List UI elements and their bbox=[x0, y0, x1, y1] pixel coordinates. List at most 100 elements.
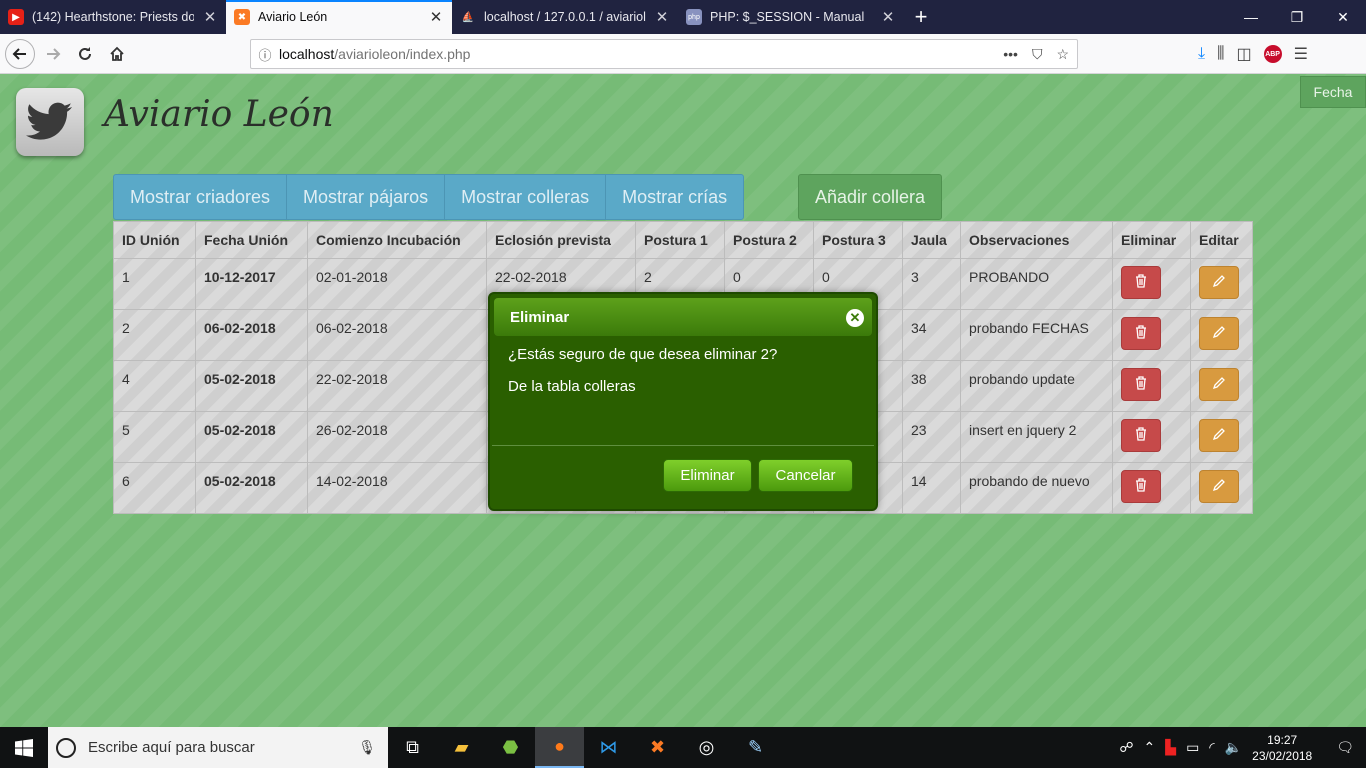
chevron-up-icon[interactable]: ⌃ bbox=[1144, 739, 1156, 756]
edit-button[interactable] bbox=[1199, 419, 1239, 452]
minimize-icon[interactable]: — bbox=[1228, 0, 1274, 34]
dialog-confirm-button[interactable]: Eliminar bbox=[663, 459, 752, 492]
close-icon[interactable]: ✕ bbox=[880, 8, 896, 26]
edit-button[interactable] bbox=[1199, 368, 1239, 401]
url-bar[interactable]: ⓘ localhost/aviarioleon/index.php ••• ⛉ … bbox=[250, 39, 1078, 69]
cell-comienzo: 14-02-2018 bbox=[307, 462, 487, 514]
cell-observaciones: probando update bbox=[960, 360, 1113, 412]
notifications-icon[interactable]: 🗨 bbox=[1336, 739, 1354, 756]
delete-button[interactable] bbox=[1121, 419, 1161, 452]
task-view-icon[interactable]: ⧉ bbox=[388, 727, 437, 768]
clock[interactable]: 19:27 23/02/2018 bbox=[1252, 732, 1312, 764]
menu-icon[interactable]: ☰ bbox=[1294, 44, 1308, 64]
delete-button[interactable] bbox=[1121, 470, 1161, 503]
forward-button[interactable] bbox=[37, 38, 69, 70]
cell-editar bbox=[1190, 258, 1253, 310]
cell-observaciones: probando FECHAS bbox=[960, 309, 1113, 361]
cell-eliminar bbox=[1112, 360, 1191, 412]
menu-mostrar-colleras[interactable]: Mostrar colleras bbox=[445, 175, 607, 219]
back-button[interactable] bbox=[5, 38, 35, 69]
edit-button[interactable] bbox=[1199, 317, 1239, 350]
reload-button[interactable] bbox=[69, 38, 101, 70]
new-tab-button[interactable]: + bbox=[904, 0, 938, 34]
cell-comienzo: 22-02-2018 bbox=[307, 360, 487, 412]
dialog-cancel-button[interactable]: Cancelar bbox=[758, 459, 853, 492]
system-tray: ☍ ⌃ ▙ ▭ ◜ 🔈 19:27 23/02/2018 🗨 bbox=[1119, 732, 1366, 764]
fecha-button[interactable]: Fecha bbox=[1300, 76, 1366, 108]
info-icon[interactable]: ⓘ bbox=[251, 45, 279, 64]
firefox-icon[interactable]: ● bbox=[535, 727, 584, 768]
dialog-close-icon[interactable]: ✕ bbox=[846, 309, 864, 327]
paint-icon[interactable]: ✎ bbox=[731, 727, 780, 768]
cell-fecha-union: 10-12-2017 bbox=[195, 258, 308, 310]
add-collera-button[interactable]: Añadir collera bbox=[798, 174, 942, 220]
edit-button[interactable] bbox=[1199, 470, 1239, 503]
reload-icon bbox=[79, 46, 91, 60]
cell-jaula: 23 bbox=[902, 411, 961, 463]
close-icon[interactable]: ✕ bbox=[654, 8, 670, 26]
phpmyadmin-icon: ⛵ bbox=[461, 11, 475, 23]
close-icon[interactable]: ✕ bbox=[202, 8, 218, 26]
cell-observaciones: insert en jquery 2 bbox=[960, 411, 1113, 463]
volume-icon[interactable]: 🔈 bbox=[1225, 739, 1242, 756]
tab-aviario-leon[interactable]: ✖ Aviario León ✕ bbox=[226, 0, 452, 34]
android-studio-icon[interactable]: ⬣ bbox=[486, 727, 535, 768]
restore-icon[interactable]: ❐ bbox=[1274, 0, 1320, 34]
xampp-taskbar-icon[interactable]: ✖ bbox=[633, 727, 682, 768]
tab-phpmyadmin[interactable]: ⛵ localhost / 127.0.0.1 / aviarioleo ✕ bbox=[452, 0, 678, 34]
cell-fecha-union: 05-02-2018 bbox=[195, 462, 308, 514]
tab-hearthstone[interactable]: ▶ (142) Hearthstone: Priests don't ✕ bbox=[0, 0, 226, 34]
twitter-bird-logo[interactable] bbox=[16, 88, 84, 156]
cell-editar bbox=[1190, 309, 1253, 361]
battery-icon[interactable]: ▭ bbox=[1186, 739, 1199, 756]
pencil-icon bbox=[1212, 478, 1226, 495]
browser-nav-bar: ⓘ localhost/aviarioleon/index.php ••• ⛉ … bbox=[0, 34, 1366, 74]
cell-fecha-union: 06-02-2018 bbox=[195, 309, 308, 361]
microphone-icon[interactable]: 🎙 bbox=[358, 739, 376, 756]
delete-button[interactable] bbox=[1121, 368, 1161, 401]
tab-title: (142) Hearthstone: Priests don't bbox=[32, 10, 194, 24]
acrobat-icon[interactable]: ▙ bbox=[1165, 739, 1176, 756]
dialog-message: ¿Estás seguro de que desea eliminar 2? bbox=[508, 346, 778, 363]
download-icon[interactable]: ⤓ bbox=[1198, 45, 1205, 63]
windows-logo-icon bbox=[15, 738, 33, 757]
wifi-icon[interactable]: ◜ bbox=[1209, 739, 1214, 756]
delete-button[interactable] bbox=[1121, 266, 1161, 299]
cell-id: 4 bbox=[113, 360, 196, 412]
trash-icon bbox=[1135, 274, 1147, 291]
delete-button[interactable] bbox=[1121, 317, 1161, 350]
table-header-row: ID Unión Fecha Unión Comienzo Incubación… bbox=[113, 221, 1253, 259]
sidebar-icon[interactable]: ◫ bbox=[1236, 44, 1251, 64]
pocket-icon[interactable]: ⛉ bbox=[1032, 46, 1043, 63]
main-menu: Mostrar criadores Mostrar pájaros Mostra… bbox=[113, 174, 745, 220]
edit-button[interactable] bbox=[1199, 266, 1239, 299]
tab-title: Aviario León bbox=[258, 10, 328, 24]
cortana-icon bbox=[56, 737, 76, 758]
browser-tab-bar: ▶ (142) Hearthstone: Priests don't ✕ ✖ A… bbox=[0, 0, 1366, 34]
adblock-icon[interactable]: ABP bbox=[1263, 45, 1282, 63]
window-close-icon[interactable]: ✕ bbox=[1320, 0, 1366, 34]
col-eliminar: Eliminar bbox=[1112, 221, 1191, 259]
dialog-detail: De la tabla colleras bbox=[508, 378, 636, 395]
bookmark-star-icon[interactable]: ☆ bbox=[1056, 46, 1069, 63]
more-icon[interactable]: ••• bbox=[1003, 46, 1018, 63]
obs-icon[interactable]: ◎ bbox=[682, 727, 731, 768]
taskbar-search[interactable]: Escribe aquí para buscar 🎙 bbox=[48, 727, 388, 768]
cell-jaula: 38 bbox=[902, 360, 961, 412]
people-icon[interactable]: ☍ bbox=[1119, 739, 1133, 756]
menu-mostrar-criadores[interactable]: Mostrar criadores bbox=[114, 175, 288, 219]
menu-mostrar-crias[interactable]: Mostrar crías bbox=[606, 175, 743, 219]
vscode-icon[interactable]: ⋈ bbox=[584, 727, 633, 768]
pencil-icon bbox=[1212, 274, 1226, 291]
trash-icon bbox=[1135, 325, 1147, 342]
start-button[interactable] bbox=[0, 727, 48, 768]
cell-comienzo: 02-01-2018 bbox=[307, 258, 487, 310]
tab-php-manual[interactable]: php PHP: $_SESSION - Manual ✕ bbox=[678, 0, 904, 34]
file-explorer-icon[interactable]: ▰ bbox=[437, 727, 486, 768]
menu-mostrar-pajaros[interactable]: Mostrar pájaros bbox=[287, 175, 446, 219]
library-icon[interactable]: ⫼ bbox=[1217, 45, 1224, 63]
close-icon[interactable]: ✕ bbox=[428, 8, 444, 26]
trash-icon bbox=[1135, 427, 1147, 444]
cell-fecha-union: 05-02-2018 bbox=[195, 360, 308, 412]
home-button[interactable] bbox=[101, 38, 133, 70]
